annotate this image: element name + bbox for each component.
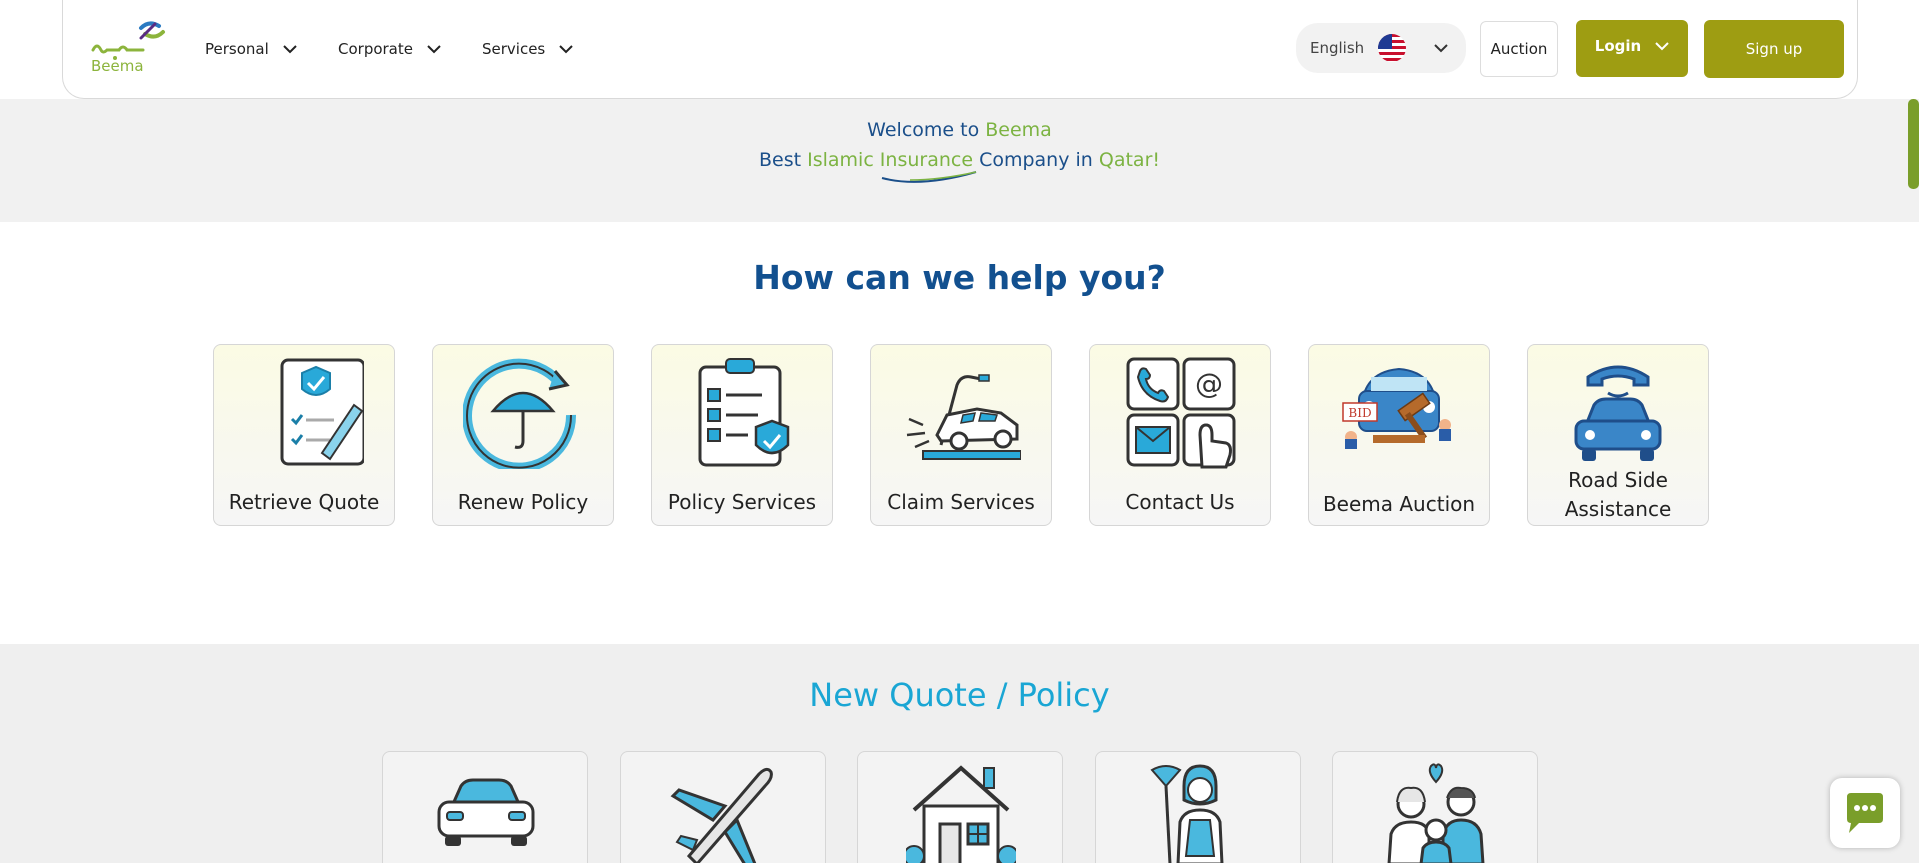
page-scrollbar[interactable] xyxy=(1908,99,1919,189)
claim-services-icon xyxy=(906,374,1021,460)
policy-services-card[interactable]: Policy Services xyxy=(651,344,833,526)
help-section-title: How can we help you? xyxy=(753,258,1166,297)
quote-card-motor[interactable] xyxy=(382,751,588,863)
welcome-brand: Beema xyxy=(985,119,1052,141)
login-label: Login xyxy=(1594,36,1642,55)
chevron-down-icon xyxy=(1434,44,1448,53)
beema-auction-label: Beema Auction xyxy=(1322,492,1476,516)
language-label: English xyxy=(1310,39,1365,57)
nav-services-label: Services xyxy=(482,40,546,58)
policy-services-label: Policy Services xyxy=(667,490,817,514)
claim-services-card[interactable]: Claim Services xyxy=(870,344,1052,526)
auction-button[interactable]: Auction xyxy=(1480,21,1558,77)
policy-services-icon xyxy=(698,358,790,467)
quote-card-domestic-helper[interactable] xyxy=(1095,751,1301,863)
site-header: Beema Personal Corporate Services Englis… xyxy=(62,0,1858,99)
quote-card-travel[interactable] xyxy=(620,751,826,863)
chevron-down-icon xyxy=(1655,41,1669,50)
new-quote-title: New Quote / Policy xyxy=(809,676,1110,714)
swoosh-underline xyxy=(881,171,977,183)
airplane-icon xyxy=(670,767,773,863)
welcome-line-1: Welcome to Beema xyxy=(0,119,1919,141)
chevron-down-icon xyxy=(283,45,297,54)
quote-card-family[interactable] xyxy=(1332,751,1538,863)
roadside-assistance-label: Road Side Assistance xyxy=(1564,468,1672,521)
claim-services-label: Claim Services xyxy=(887,490,1035,514)
tagline-pre: Best xyxy=(758,149,808,171)
us-flag-icon xyxy=(1378,34,1406,62)
renew-policy-label: Renew Policy xyxy=(457,490,589,514)
tagline-qatar: Qatar! xyxy=(1098,149,1160,171)
renew-policy-icon xyxy=(463,358,577,469)
retrieve-quote-icon xyxy=(280,358,364,466)
roadside-assistance-icon xyxy=(1574,365,1662,461)
chat-bubble-icon xyxy=(1847,793,1883,833)
signup-button[interactable]: Sign up xyxy=(1704,20,1844,78)
chat-widget-button[interactable] xyxy=(1830,778,1900,848)
family-icon xyxy=(1387,763,1485,863)
contact-us-card[interactable]: @ Contact Us xyxy=(1089,344,1271,526)
contact-us-label: Contact Us xyxy=(1125,490,1235,514)
beema-auction-card[interactable]: BID Beema Auction xyxy=(1308,344,1490,526)
logo-text: Beema xyxy=(91,57,144,75)
language-selector[interactable]: English xyxy=(1296,23,1466,73)
house-icon xyxy=(906,765,1016,863)
quote-card-home[interactable] xyxy=(857,751,1063,863)
car-icon xyxy=(437,778,535,846)
nav-corporate[interactable]: Corporate xyxy=(338,40,441,58)
chevron-down-icon xyxy=(427,45,441,54)
chevron-down-icon xyxy=(559,45,573,54)
retrieve-quote-card[interactable]: Retrieve Quote xyxy=(213,344,395,526)
svg-text:BID: BID xyxy=(1348,406,1371,420)
nav-personal-label: Personal xyxy=(205,40,269,58)
nav-personal[interactable]: Personal xyxy=(205,40,297,58)
retrieve-quote-label: Retrieve Quote xyxy=(228,490,380,514)
welcome-pre: Welcome to xyxy=(867,119,986,141)
renew-policy-card[interactable]: Renew Policy xyxy=(432,344,614,526)
nav-corporate-label: Corporate xyxy=(338,40,413,58)
roadside-assistance-card[interactable]: Road Side Assistance xyxy=(1527,344,1709,526)
housemaid-icon xyxy=(1150,764,1224,863)
contact-us-icon: @ xyxy=(1126,357,1236,469)
login-button[interactable]: Login xyxy=(1576,20,1688,77)
svg-text:@: @ xyxy=(1195,367,1223,400)
tagline-mid: Company in xyxy=(973,149,1099,171)
auction-icon: BID xyxy=(1342,367,1451,449)
nav-services[interactable]: Services xyxy=(482,40,573,58)
